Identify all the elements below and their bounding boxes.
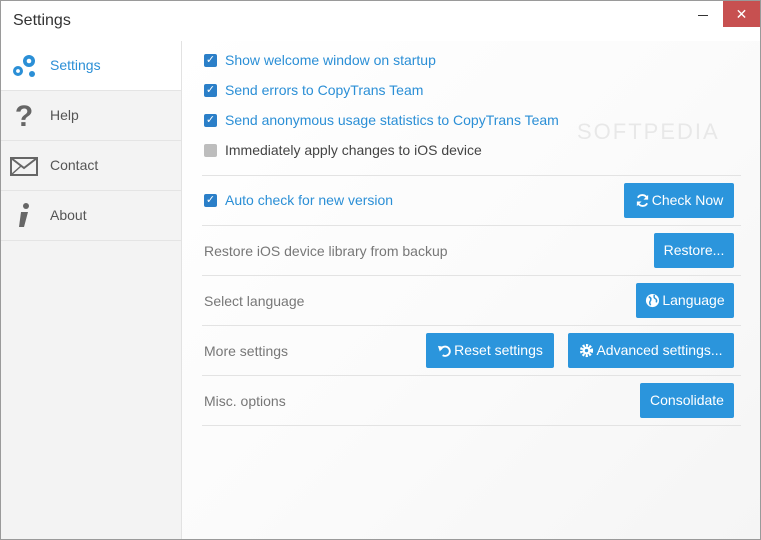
checkbox-checked-icon: ✓ [204,84,217,97]
checkbox-checked-icon: ✓ [204,54,217,67]
check-now-label: Check Now [651,192,724,208]
window-title: Settings [13,12,71,29]
watermark: SOFTPEDIA [577,119,720,144]
minimize-button[interactable] [698,15,708,16]
consolidate-button[interactable]: Consolidate [640,383,734,418]
gears-icon [13,55,35,77]
info-icon [19,203,29,227]
close-icon: ✕ [735,6,748,22]
checkbox-checked-icon: ✓ [204,194,217,207]
language-label: Select language [204,293,305,309]
settings-panel: SOFTPEDIA ✓ Show welcome window on start… [182,41,760,539]
refresh-icon [636,194,648,207]
title-bar: Settings ✕ [1,1,760,41]
reset-settings-button[interactable]: Reset settings [426,333,554,368]
globe-icon [646,293,660,308]
divider [202,325,741,326]
restore-label: Restore iOS device library from backup [204,243,448,259]
restore-button[interactable]: Restore... [654,233,734,268]
checkbox-checked-icon: ✓ [204,114,217,127]
divider [202,225,741,226]
svg-text:?: ? [15,101,33,131]
sidebar-item-label: Help [50,107,79,123]
advanced-settings-label: Advanced settings... [596,342,723,358]
language-button-label: Language [662,292,725,308]
reset-settings-label: Reset settings [454,342,543,358]
sidebar-item-settings[interactable]: Settings [1,41,181,91]
settings-window: Settings ✕ Settings ? Help Contact About… [0,0,761,540]
checkbox-label: Auto check for new version [225,192,394,208]
sidebar-item-label: Settings [50,57,101,73]
checkbox-label: Immediately apply changes to iOS device [225,142,482,158]
advanced-settings-button[interactable]: Advanced settings... [568,333,734,368]
envelope-icon [10,157,38,176]
checkbox-label: Show welcome window on startup [225,52,436,68]
checkbox-label: Send anonymous usage statistics to CopyT… [225,112,559,128]
sidebar-item-label: Contact [50,157,99,173]
checkbox-unchecked-icon [204,144,217,157]
sidebar-item-label: About [50,207,87,223]
divider [202,375,741,376]
sidebar-item-about[interactable]: About [1,191,181,241]
close-button[interactable]: ✕ [723,1,760,27]
consolidate-label: Consolidate [650,392,724,408]
sidebar: Settings ? Help Contact About [1,41,182,539]
misc-options-label: Misc. options [204,393,286,409]
more-settings-label: More settings [204,343,289,359]
divider [202,425,741,426]
language-button[interactable]: Language [636,283,734,318]
question-icon: ? [15,101,33,131]
divider [202,175,741,176]
gear-icon [580,343,594,358]
sidebar-item-contact[interactable]: Contact [1,141,181,191]
checkbox-label: Send errors to CopyTrans Team [225,82,424,98]
sidebar-item-help[interactable]: ? Help [1,91,181,141]
divider [202,275,741,276]
restore-button-label: Restore... [663,242,725,258]
undo-icon [438,345,451,357]
check-now-button[interactable]: Check Now [624,183,734,218]
